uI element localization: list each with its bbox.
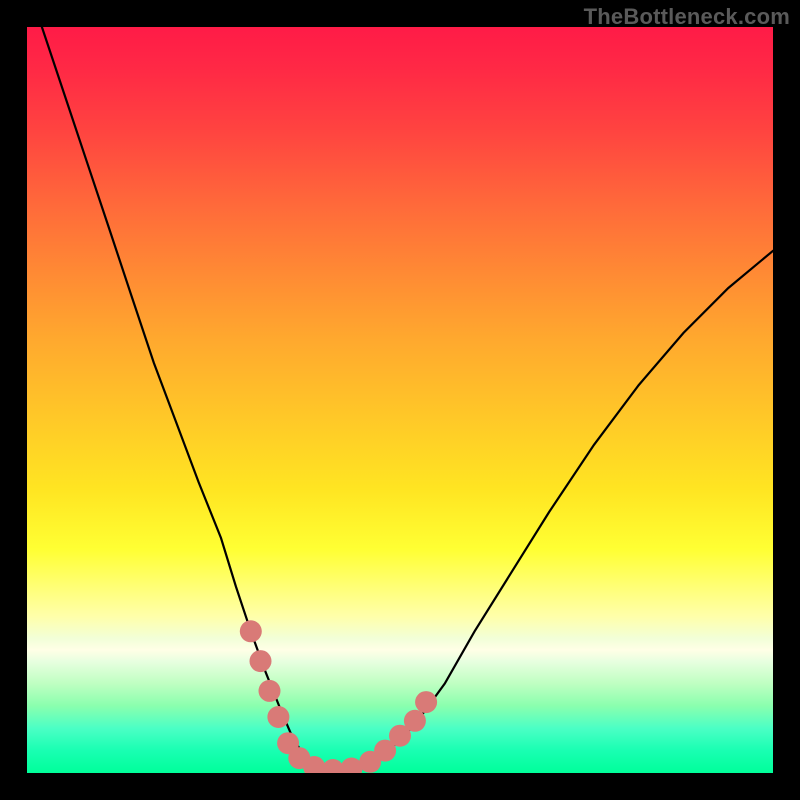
highlight-dot <box>267 706 289 728</box>
highlight-dots <box>240 620 437 773</box>
highlight-dot <box>250 650 272 672</box>
highlight-dot <box>240 620 262 642</box>
bottleneck-curve <box>42 27 773 769</box>
highlight-dot <box>322 759 344 773</box>
highlight-dot <box>259 680 281 702</box>
highlight-dot <box>404 710 426 732</box>
highlight-dot <box>415 691 437 713</box>
chart-svg <box>27 27 773 773</box>
highlight-dot <box>341 758 363 774</box>
